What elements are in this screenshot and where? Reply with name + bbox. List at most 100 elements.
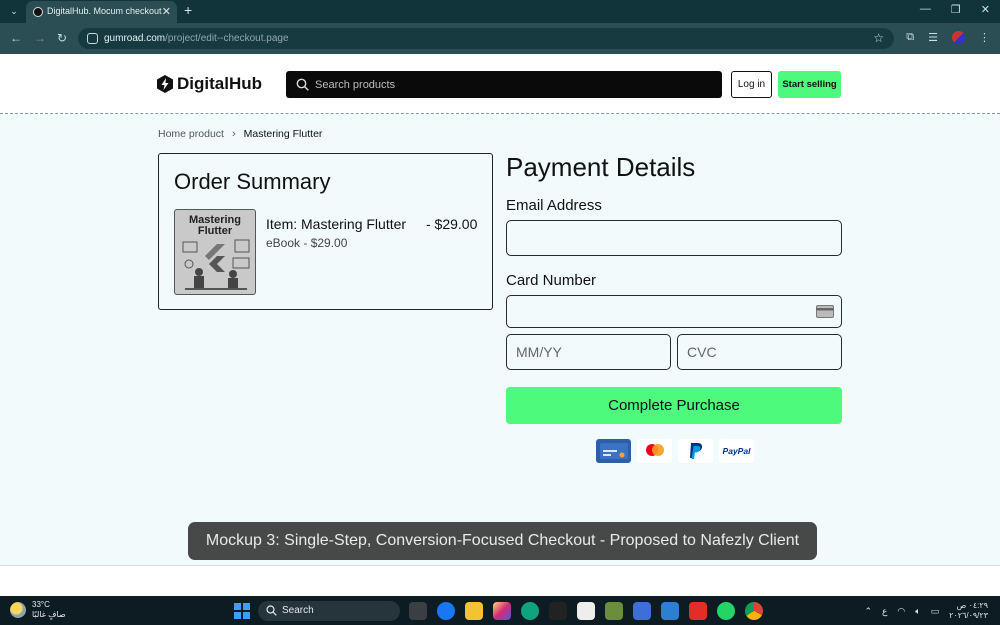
- complete-purchase-button[interactable]: Complete Purchase: [506, 387, 842, 424]
- task-view-icon[interactable]: [409, 602, 427, 620]
- page-footer-band: [0, 565, 1000, 596]
- cvc-field[interactable]: [687, 335, 832, 369]
- flutter-illustration-icon: [182, 239, 250, 290]
- input-language[interactable]: ع: [882, 606, 887, 617]
- site-header: DigitalHub Log in Start selling: [0, 54, 1000, 114]
- tray-overflow-chevron-icon[interactable]: ⌃: [864, 606, 872, 617]
- weather-widget[interactable]: 33°C صافٍ غالبًا: [10, 600, 66, 620]
- expiry-field-wrapper: [506, 334, 671, 370]
- item-format-price: eBook - $29.00: [266, 236, 348, 250]
- taskbar-search[interactable]: Search: [258, 601, 400, 621]
- tab-title: DigitalHub. Mocum checkout: [47, 6, 162, 16]
- system-tray: ⌃ ع ◠ 🔈︎ ▭ ٠٤:٢٩ ص ٢٠٢٦/٠٩/٢٣: [864, 601, 988, 621]
- mastercard-icon: [637, 439, 672, 463]
- payment-details-title: Payment Details: [506, 152, 696, 182]
- mockup-caption: Mockup 3: Single-Step, Conversion-Focuse…: [188, 522, 817, 560]
- extensions-icon[interactable]: ⧉: [906, 31, 914, 44]
- item-name: Item: Mastering Flutter: [266, 216, 407, 232]
- cvc-field-wrapper: [677, 334, 842, 370]
- thumbnail-title: Mastering Flutter: [189, 214, 241, 237]
- taskbar-apps: [409, 602, 763, 620]
- paypal-icon: [678, 439, 713, 463]
- store-icon[interactable]: [577, 602, 595, 620]
- os-taskbar: 33°C صافٍ غالبًا Search ⌃ ع ◠ 🔈︎ ▭ ٠٤:٢٩…: [0, 596, 1000, 625]
- generic-card-icon: [599, 443, 628, 459]
- expiry-field[interactable]: [516, 335, 661, 369]
- brand-name: DigitalHub: [177, 74, 262, 93]
- temperature: 33°C: [32, 600, 50, 609]
- email-field-wrapper: [506, 220, 842, 256]
- instagram-icon[interactable]: [493, 602, 511, 620]
- menu-kebab-icon[interactable]: ⋮: [979, 31, 990, 44]
- file-explorer-icon[interactable]: [465, 602, 483, 620]
- unreal-icon[interactable]: [549, 602, 567, 620]
- weather-description: صافٍ غالبًا: [32, 610, 66, 619]
- card-icon: [596, 439, 631, 463]
- email-label: Email Address: [506, 197, 602, 214]
- payment-methods: PayPal: [596, 439, 754, 463]
- breadcrumb-home-link[interactable]: Home product: [158, 128, 224, 140]
- search-bar: [286, 71, 722, 98]
- mastercard-circles-icon: [645, 444, 664, 456]
- taskbar-search-label: Search: [282, 605, 314, 616]
- minecraft-icon[interactable]: [605, 602, 623, 620]
- clock-date: ٢٠٢٦/٠٩/٢٣: [949, 611, 988, 620]
- breadcrumb: Home product › Mastering Flutter: [158, 128, 322, 140]
- back-icon[interactable]: ←: [10, 31, 22, 45]
- battery-icon[interactable]: ▭: [931, 606, 940, 617]
- order-summary-card: Order Summary Mastering Flutter Item: Ma…: [158, 153, 493, 310]
- favicon-icon: [33, 7, 43, 17]
- windows-start-icon[interactable]: [234, 603, 250, 619]
- forward-icon[interactable]: →: [34, 31, 46, 45]
- youtube-icon[interactable]: [689, 602, 707, 620]
- omnibox[interactable]: gumroad.com/project/edit--checkout.page …: [78, 28, 894, 49]
- minimize-icon[interactable]: —: [920, 3, 931, 16]
- search-icon: [296, 78, 309, 91]
- bookmark-star-icon[interactable]: ☆: [873, 31, 884, 45]
- chevron-right-icon: ›: [231, 128, 236, 140]
- login-button[interactable]: Log in: [731, 71, 772, 98]
- browser-toolbar: ⧉ ☰ ⋮: [906, 31, 990, 44]
- profile-avatar[interactable]: [952, 31, 965, 44]
- vscode-icon[interactable]: [661, 602, 679, 620]
- facebook-icon[interactable]: [437, 602, 455, 620]
- volume-icon[interactable]: 🔈︎: [915, 606, 920, 617]
- address-bar: ← → ↻ gumroad.com/project/edit--checkout…: [0, 23, 1000, 54]
- window-controls: — ❐ ✕: [920, 3, 990, 16]
- breadcrumb-current: Mastering Flutter: [243, 128, 323, 140]
- brand-logo[interactable]: DigitalHub: [157, 74, 262, 94]
- browser-tab-bar: ⌄ DigitalHub. Mocum checkout ✕ + — ❐ ✕: [0, 0, 1000, 23]
- reload-icon[interactable]: ↻: [57, 31, 67, 45]
- close-window-icon[interactable]: ✕: [981, 3, 990, 16]
- maximize-icon[interactable]: ❐: [951, 3, 961, 16]
- credit-card-icon: [816, 305, 834, 318]
- chrome-icon[interactable]: [745, 602, 763, 620]
- paypal-wordmark-text: PayPal: [722, 446, 751, 456]
- whatsapp-icon[interactable]: [717, 602, 735, 620]
- app-icon[interactable]: [633, 602, 651, 620]
- edge-icon[interactable]: [521, 602, 539, 620]
- card-number-label: Card Number: [506, 272, 597, 289]
- url-text: gumroad.com/project/edit--checkout.page: [104, 33, 289, 44]
- paypal-p-icon: [689, 443, 702, 459]
- clock[interactable]: ٠٤:٢٩ ص ٢٠٢٦/٠٩/٢٣: [949, 601, 988, 621]
- product-thumbnail: Mastering Flutter: [174, 209, 256, 295]
- card-number-field[interactable]: [516, 296, 832, 327]
- tab-close-icon[interactable]: ✕: [162, 5, 171, 18]
- order-summary-title: Order Summary: [174, 169, 331, 194]
- reading-list-icon[interactable]: ☰: [928, 31, 938, 44]
- site-info-icon[interactable]: [87, 33, 98, 44]
- wifi-icon[interactable]: ◠: [897, 606, 905, 617]
- start-selling-button[interactable]: Start selling: [778, 71, 841, 98]
- tab-list-button[interactable]: ⌄: [6, 4, 22, 19]
- search-icon: [266, 605, 277, 616]
- browser-tab-active[interactable]: DigitalHub. Mocum checkout ✕: [26, 1, 177, 23]
- paypal-wordmark: PayPal: [719, 439, 754, 463]
- item-price: - $29.00: [426, 216, 478, 232]
- card-number-field-wrapper: [506, 295, 842, 328]
- bolt-hexagon-icon: [157, 75, 173, 93]
- new-tab-button[interactable]: +: [184, 2, 192, 18]
- email-field[interactable]: [516, 221, 832, 255]
- search-input[interactable]: [315, 71, 715, 98]
- page: DigitalHub Log in Start selling Home pro…: [0, 54, 1000, 596]
